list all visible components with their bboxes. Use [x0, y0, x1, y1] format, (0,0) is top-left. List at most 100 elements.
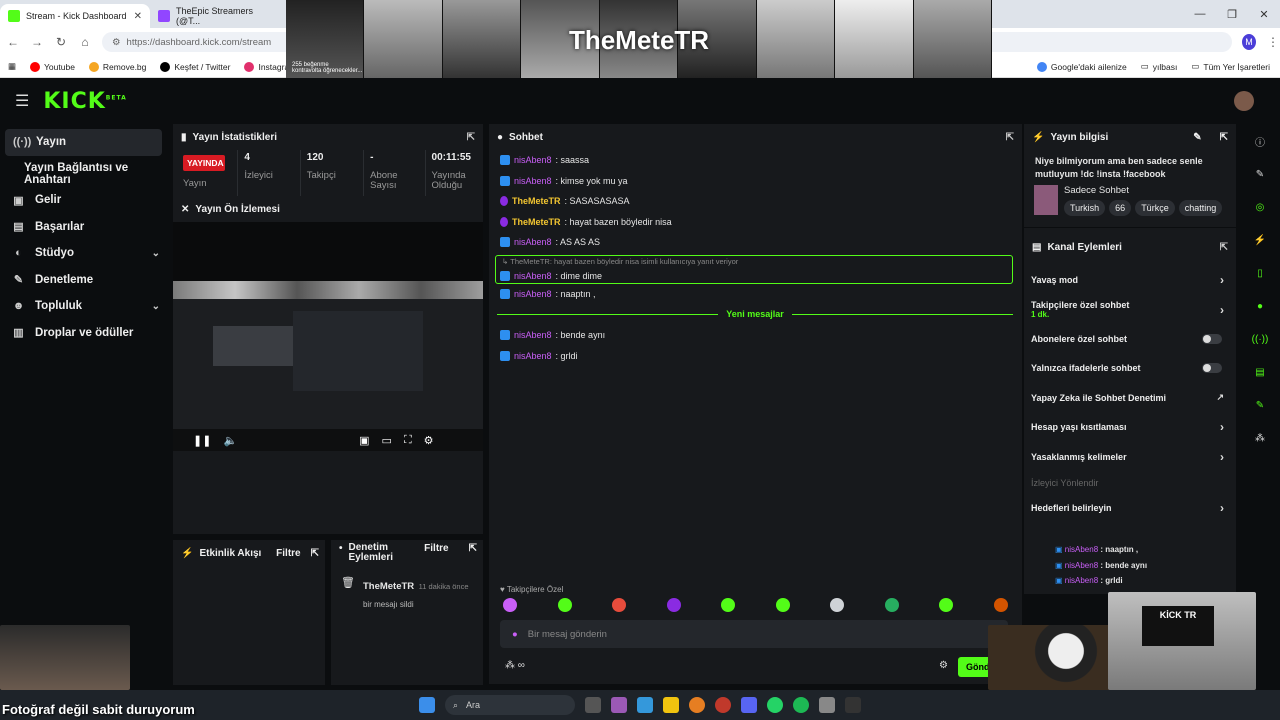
tag[interactable]: Turkish	[1064, 200, 1106, 216]
subscribers-only-toggle[interactable]	[1202, 333, 1222, 344]
chat-message[interactable]: nisAben8: grldi	[489, 346, 1022, 367]
bookmark-google-family[interactable]: Google'daki ailenize	[1036, 61, 1127, 72]
chat-message[interactable]: nisAben8: kimse yok mu ya	[489, 171, 1022, 192]
apps-icon[interactable]: ▦	[8, 61, 16, 72]
action-slow-mode[interactable]: Yavaş mod ›	[1024, 265, 1236, 295]
tag[interactable]: Türkçe	[1135, 200, 1175, 216]
sidebar-item-stream-key[interactable]: Yayın Bağlantısı ve Anahtarı	[0, 161, 170, 188]
tab-kick-dashboard[interactable]: Stream - Kick Dashboard ✕	[0, 4, 150, 28]
windows-start-icon[interactable]	[419, 697, 435, 713]
theater-icon[interactable]: ▭	[382, 434, 392, 447]
fullscreen-icon[interactable]: ⛶	[404, 434, 412, 447]
close-window-icon[interactable]: ✕	[1248, 8, 1280, 21]
action-account-age[interactable]: Hesap yaşı kısıtlaması ›	[1024, 413, 1236, 443]
action-followers-only[interactable]: Takipçilere özel sohbet 1 dk. ›	[1024, 295, 1236, 325]
preview-video[interactable]: ❚❚ 🔈 ▣ ▭ ⛶ ⚙	[173, 281, 483, 451]
all-bookmarks[interactable]: ▭ Tüm Yer İşaretleri	[1191, 61, 1270, 72]
chat-message[interactable]: nisAben8: saassa	[489, 150, 1022, 171]
maximize-icon[interactable]: ❐	[1216, 8, 1248, 21]
chat-input[interactable]: ● Bir mesaj gönderin	[500, 620, 1008, 648]
forward-icon[interactable]: →	[30, 35, 44, 49]
emote-icon[interactable]	[884, 598, 899, 612]
sidebar-item-gelir[interactable]: ▣ Gelir	[0, 187, 170, 214]
emote-icon[interactable]	[830, 598, 845, 612]
chat-settings-icon[interactable]: ⚙	[939, 660, 948, 671]
sidebar-item-basarilar[interactable]: ▤ Başarılar	[0, 214, 170, 241]
tag[interactable]: 66	[1109, 200, 1132, 216]
popout-icon[interactable]: ⇱	[1006, 132, 1014, 143]
reload-icon[interactable]: ↻	[54, 35, 68, 49]
home-icon[interactable]: ⌂	[78, 35, 92, 49]
bookmark-removebg[interactable]: Remove.bg	[88, 61, 146, 72]
profile-avatar[interactable]: M	[1242, 34, 1256, 50]
discord-icon[interactable]	[741, 697, 757, 713]
user-avatar[interactable]	[1234, 91, 1254, 111]
popout-icon[interactable]: ⇱	[469, 543, 477, 554]
chrome-icon[interactable]	[689, 697, 705, 713]
emote-icon[interactable]	[939, 598, 954, 612]
modactions-filter[interactable]: Filtre	[424, 543, 448, 554]
hamburger-menu-icon[interactable]: ☰	[15, 91, 29, 111]
emotes-only-toggle[interactable]	[1202, 363, 1222, 374]
popout-icon[interactable]: ⇱	[467, 132, 475, 143]
action-set-goals[interactable]: Hedefleri belirleyin ›	[1024, 494, 1236, 524]
chat-message[interactable]: TheMeteTR: hayat bazen böyledir nisa	[489, 212, 1022, 233]
action-ai-moderation[interactable]: Yapay Zeka ile Sohbet Denetimi ↗	[1024, 383, 1236, 413]
clipboard-icon[interactable]: ▯	[1251, 264, 1269, 282]
sidebar-item-droplar[interactable]: ▥ Droplar ve ödüller	[0, 320, 170, 347]
menu-icon[interactable]: ⋮	[1266, 35, 1280, 49]
popout-icon[interactable]: ⇱	[1220, 242, 1228, 253]
list-icon[interactable]: ▤	[1251, 363, 1269, 381]
minimize-icon[interactable]: —	[1184, 8, 1216, 20]
sidebar-item-studyo[interactable]: ◐ Stüdyo ⌄	[0, 240, 170, 267]
chat-message[interactable]: nisAben8: naaptın ,	[489, 284, 1022, 305]
emote-icon[interactable]	[557, 598, 572, 612]
edit-icon[interactable]: ✎	[1193, 132, 1201, 143]
back-icon[interactable]: ←	[6, 35, 20, 49]
chat-bubble-icon[interactable]: ●	[1251, 297, 1269, 315]
taskbar-search[interactable]: ⌕ Ara	[445, 695, 575, 715]
wrench-icon[interactable]: ✎	[1251, 396, 1269, 414]
obs-icon[interactable]	[845, 697, 861, 713]
action-banned-words[interactable]: Yasaklanmış kelimeler ›	[1024, 442, 1236, 472]
close-tab-icon[interactable]: ✕	[134, 11, 142, 22]
emote-icon[interactable]	[721, 598, 736, 612]
broadcast-icon[interactable]: ((·))	[1251, 330, 1269, 348]
bookmark-twitter[interactable]: Keşfet / Twitter	[160, 61, 230, 72]
opera-icon[interactable]	[715, 697, 731, 713]
pencil-icon[interactable]: ✎	[1251, 165, 1269, 183]
app-icon[interactable]	[819, 697, 835, 713]
emote-icon[interactable]	[612, 598, 627, 612]
bolt-icon[interactable]: ⚡	[1251, 231, 1269, 249]
bookmark-youtube[interactable]: Youtube	[30, 61, 75, 72]
modaction-user[interactable]: TheMeteTR	[363, 581, 414, 592]
activity-filter[interactable]: Filtre	[276, 548, 300, 559]
shuffle-icon[interactable]: ⁂	[1251, 429, 1269, 447]
chat-message[interactable]: nisAben8: bende aynı	[489, 325, 1022, 346]
site-info-icon[interactable]: ⚙	[112, 37, 121, 48]
popout-icon[interactable]: ⇱	[1220, 132, 1228, 143]
settings-icon[interactable]: ⚙	[424, 434, 434, 447]
sidebar-item-topluluk[interactable]: ☻ Topluluk ⌄	[0, 293, 170, 320]
emote-picker-icon[interactable]: ⁂ ∞	[505, 660, 525, 671]
emote-icon[interactable]	[666, 598, 681, 612]
chat-message[interactable]: nisAben8: AS AS AS	[489, 232, 1022, 253]
spotify-icon[interactable]	[793, 697, 809, 713]
emote-icon[interactable]	[993, 598, 1008, 612]
whatsapp-icon[interactable]	[767, 697, 783, 713]
emote-icon[interactable]	[503, 598, 517, 612]
pause-icon[interactable]: ❚❚	[193, 434, 211, 447]
sidebar-item-yayin[interactable]: ((·)) Yayın	[5, 129, 162, 156]
sidebar-item-denetleme[interactable]: ✎ Denetleme	[0, 267, 170, 294]
tag[interactable]: chatting	[1178, 200, 1223, 216]
category-name[interactable]: Sadece Sohbet	[1064, 185, 1222, 196]
tab-twitch[interactable]: TheEpic Streamers (@T...	[150, 4, 270, 28]
info-icon[interactable]: ⓘ	[1251, 132, 1269, 150]
pip-icon[interactable]: ▣	[359, 434, 369, 447]
kick-logo[interactable]: KICKBETA	[43, 89, 126, 114]
store-icon[interactable]	[637, 697, 653, 713]
volume-icon[interactable]: 🔈	[223, 434, 237, 447]
taskview-icon[interactable]	[585, 697, 601, 713]
emote-icon[interactable]	[775, 598, 790, 612]
chat-message[interactable]: TheMeteTR: SASASASASA	[489, 191, 1022, 212]
